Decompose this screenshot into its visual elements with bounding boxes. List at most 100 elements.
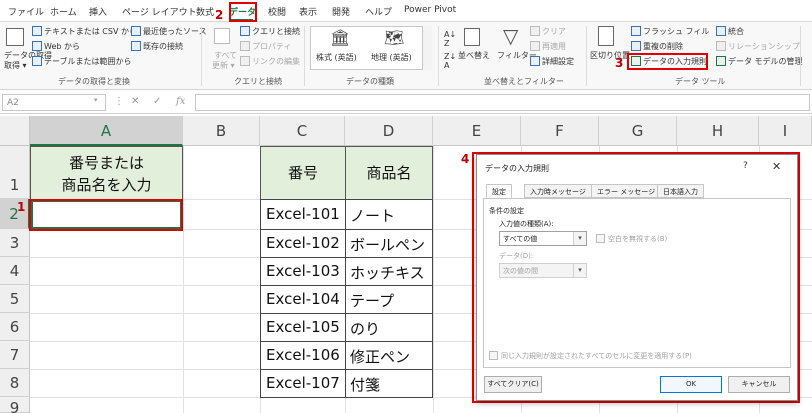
cell-c5[interactable]: Excel-104 xyxy=(266,290,340,308)
column-header-a[interactable]: A xyxy=(30,116,183,146)
cell-c2[interactable]: Excel-101 xyxy=(266,205,340,223)
cell-d2[interactable]: ノート xyxy=(350,205,395,226)
tab-input-message[interactable]: 入力時メッセージ xyxy=(524,184,592,198)
column-header-g[interactable]: G xyxy=(599,116,677,146)
geography-button[interactable]: 地理 (英語) xyxy=(371,52,412,63)
clear-icon xyxy=(530,26,540,36)
from-table-button[interactable]: テーブルまたは範囲から xyxy=(32,56,132,67)
row-header-1[interactable]: 1 xyxy=(0,146,30,199)
queries-connections-button[interactable]: クエリと接続 xyxy=(240,26,300,37)
cell-c7[interactable]: Excel-106 xyxy=(266,346,340,364)
data-model-icon xyxy=(716,56,726,66)
cell-d1[interactable]: 商品名 xyxy=(345,146,433,200)
column-header-c[interactable]: C xyxy=(260,116,345,146)
relationships-button[interactable]: リレーションシップ xyxy=(716,41,800,52)
tab-file[interactable]: ファイル xyxy=(8,5,44,18)
reapply-button[interactable]: 再適用 xyxy=(530,41,566,52)
column-header-h[interactable]: H xyxy=(677,116,759,146)
sort-button[interactable]: 並べ替え xyxy=(458,50,490,61)
remove-duplicates-button[interactable]: 重複の削除 xyxy=(631,41,683,52)
row-header-7[interactable]: 7 xyxy=(0,341,30,369)
cancel-button[interactable]: キャンセル xyxy=(728,376,790,393)
tab-page-layout[interactable]: ページ レイアウト xyxy=(122,5,197,18)
enter-icon[interactable]: ✓ xyxy=(153,96,161,107)
name-box-dropdown-icon[interactable]: ▾ xyxy=(94,96,98,104)
web-icon xyxy=(32,41,42,51)
data-validation-dialog: データの入力規則 ? ✕ 設定 入力時メッセージ エラー メッセージ 日本語入力… xyxy=(476,154,798,401)
tab-view[interactable]: 表示 xyxy=(299,5,317,18)
properties-button[interactable]: プロパティ xyxy=(240,41,292,52)
manage-data-model-button[interactable]: データ モデルの管理 xyxy=(716,56,803,67)
cell-d5[interactable]: テープ xyxy=(350,290,394,311)
ok-button[interactable]: OK xyxy=(660,376,722,393)
sort-az-icon[interactable]: A↓ Z xyxy=(444,30,456,48)
map-icon: 🗺 xyxy=(384,28,405,47)
advanced-filter-button[interactable]: 詳細設定 xyxy=(530,56,574,67)
edit-links-button[interactable]: リンクの編集 xyxy=(240,56,300,67)
allow-select[interactable]: すべての値 ▾ xyxy=(499,231,587,246)
column-header-d[interactable]: D xyxy=(345,116,433,146)
gridline xyxy=(433,146,434,413)
row-header-8[interactable]: 8 xyxy=(0,369,30,397)
ignore-blank-checkbox[interactable] xyxy=(596,234,605,243)
help-button[interactable]: ? xyxy=(743,161,748,171)
tab-formulas[interactable]: 数式 xyxy=(196,5,214,18)
cell-a1[interactable]: 番号または 商品名を入力 xyxy=(30,146,183,200)
text-to-columns-button[interactable]: 区切り位置 xyxy=(590,50,630,61)
sort-za-icon[interactable]: Z↓ A xyxy=(444,52,456,70)
row-header-6[interactable]: 6 xyxy=(0,313,30,341)
row-header-4[interactable]: 4 xyxy=(0,257,30,285)
tab-insert[interactable]: 挿入 xyxy=(89,5,107,18)
cell-d4[interactable]: ホッチキス xyxy=(350,262,425,283)
settings-panel: 条件の設定 入力値の種類(A): すべての値 ▾ 空白を無視する(B) データ(… xyxy=(483,198,791,368)
get-data-dropdown[interactable]: 取得 ▾ xyxy=(4,60,27,71)
refresh-all-dropdown[interactable]: 更新 ▾ xyxy=(212,60,235,71)
tab-home[interactable]: ホーム xyxy=(50,5,77,18)
tab-ime-mode[interactable]: 日本語入力 xyxy=(657,184,704,198)
row-header-9[interactable]: 9 xyxy=(0,397,30,413)
cell-d3[interactable]: ボールペン xyxy=(350,234,425,255)
close-button[interactable]: ✕ xyxy=(772,160,781,173)
cell-c8[interactable]: Excel-107 xyxy=(266,374,340,392)
column-header-e[interactable]: E xyxy=(433,116,521,146)
highlight-data-validation xyxy=(627,53,708,70)
row-header-3[interactable]: 3 xyxy=(0,229,30,257)
cancel-icon[interactable]: ✕ xyxy=(131,96,139,107)
highlight-cell-a2 xyxy=(29,199,183,231)
recent-sources-button[interactable]: 最近使ったソース xyxy=(131,26,207,37)
row-header-5[interactable]: 5 xyxy=(0,285,30,313)
flash-fill-button[interactable]: フラッシュ フィル xyxy=(631,26,709,37)
tab-settings[interactable]: 設定 xyxy=(486,184,512,198)
column-header-b[interactable]: B xyxy=(183,116,260,146)
apply-all-checkbox[interactable] xyxy=(489,351,498,360)
cell-d8[interactable]: 付箋 xyxy=(350,374,380,395)
cell-d7[interactable]: 修正ペン xyxy=(350,346,410,367)
existing-connections-button[interactable]: 既存の接続 xyxy=(131,41,183,52)
row-header-2[interactable]: 2 xyxy=(0,199,30,229)
formula-input[interactable] xyxy=(195,94,810,111)
tab-power-pivot[interactable]: Power Pivot xyxy=(404,5,456,15)
cell-c6[interactable]: Excel-105 xyxy=(266,318,340,336)
tab-developer[interactable]: 開発 xyxy=(332,5,350,18)
tab-error-alert[interactable]: エラー メッセージ xyxy=(591,184,662,198)
cell-c3[interactable]: Excel-102 xyxy=(266,234,340,252)
stocks-button[interactable]: 株式 (英語) xyxy=(316,52,357,63)
insert-function-icon[interactable]: fx xyxy=(176,96,185,107)
name-box[interactable]: A2 xyxy=(2,94,106,111)
cell-c1[interactable]: 番号 xyxy=(260,146,346,200)
callout-3: 3 xyxy=(615,56,624,70)
tab-review[interactable]: 校閲 xyxy=(268,5,286,18)
tab-help[interactable]: ヘルプ xyxy=(365,5,392,18)
cell-d6[interactable]: のり xyxy=(350,318,380,339)
consolidate-button[interactable]: 統合 xyxy=(716,26,744,37)
cell-c4[interactable]: Excel-103 xyxy=(266,262,340,280)
from-text-csv-button[interactable]: テキストまたは CSV から xyxy=(32,26,137,37)
column-header-i[interactable]: I xyxy=(759,116,812,146)
data-select[interactable]: 次の値の間 ▾ xyxy=(499,263,587,278)
select-all-corner[interactable] xyxy=(0,116,30,146)
clear-all-button[interactable]: すべてクリア(C) xyxy=(484,376,542,393)
from-web-button[interactable]: Web から xyxy=(32,41,80,52)
column-header-f[interactable]: F xyxy=(521,116,599,146)
data-types-scroll[interactable] xyxy=(422,26,432,70)
clear-filter-button[interactable]: クリア xyxy=(530,26,566,37)
